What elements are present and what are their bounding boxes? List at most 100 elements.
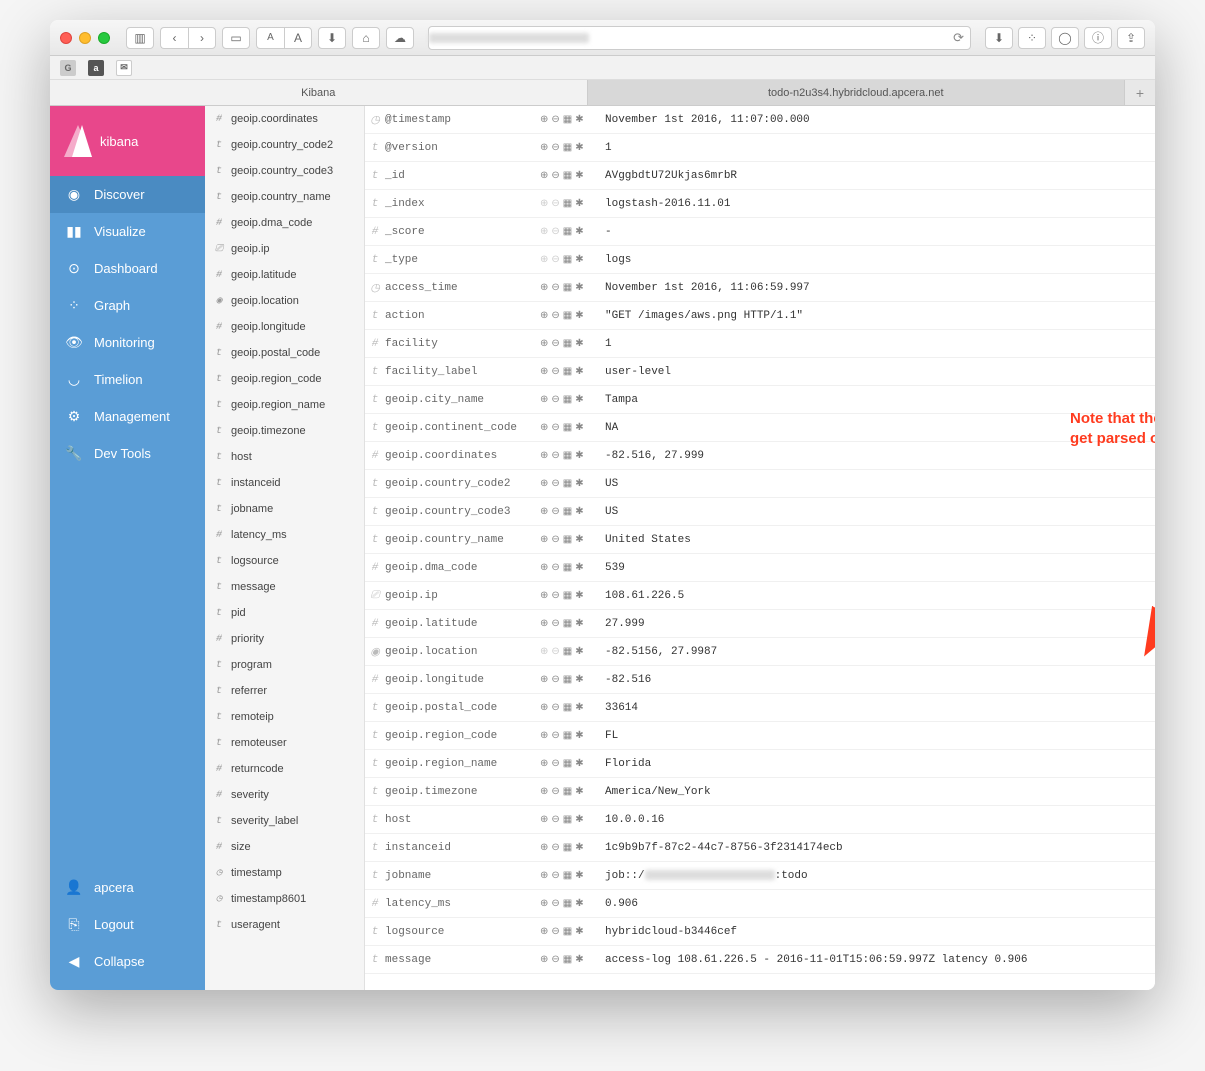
zoom-in-icon[interactable]: ⊕	[540, 142, 548, 154]
cloud-icon[interactable]: ☁	[386, 27, 414, 49]
toggle-column-icon[interactable]: ▦	[563, 814, 572, 826]
toggle-column-icon[interactable]: ▦	[563, 422, 572, 434]
tab-kibana[interactable]: Kibana	[50, 80, 588, 105]
toggle-column-icon[interactable]: ▦	[563, 590, 572, 602]
field-size[interactable]: #size	[205, 834, 364, 860]
zoom-out-icon[interactable]: ⊖	[551, 170, 559, 182]
zoom-in-icon[interactable]: ⊕	[540, 562, 548, 574]
zoom-out-icon[interactable]: ⊖	[551, 534, 559, 546]
field-logsource[interactable]: tlogsource	[205, 548, 364, 574]
zoom-out-icon[interactable]: ⊖	[551, 702, 559, 714]
zoom-in-icon[interactable]: ⊕	[540, 450, 548, 462]
field-geoip-dma_code[interactable]: #geoip.dma_code	[205, 210, 364, 236]
share-icon[interactable]: ⇪	[1117, 27, 1145, 49]
field-geoip-timezone[interactable]: tgeoip.timezone	[205, 418, 364, 444]
field-priority[interactable]: #priority	[205, 626, 364, 652]
filter-icon[interactable]: ✱	[575, 366, 583, 378]
filter-icon[interactable]: ✱	[575, 618, 583, 630]
zoom-out-icon[interactable]: ⊖	[551, 198, 559, 210]
toggle-column-icon[interactable]: ▦	[563, 450, 572, 462]
zoom-out-icon[interactable]: ⊖	[551, 114, 559, 126]
zoom-out-icon[interactable]: ⊖	[551, 562, 559, 574]
zoom-out-icon[interactable]: ⊖	[551, 786, 559, 798]
filter-icon[interactable]: ✱	[575, 422, 583, 434]
toggle-column-icon[interactable]: ▦	[563, 842, 572, 854]
kibana-logo[interactable]: kibana	[50, 106, 205, 176]
zoom-out-icon[interactable]: ⊖	[551, 142, 559, 154]
zoom-in-icon[interactable]: ⊕	[540, 310, 548, 322]
field-remoteuser[interactable]: tremoteuser	[205, 730, 364, 756]
field-message[interactable]: tmessage	[205, 574, 364, 600]
toggle-column-icon[interactable]: ▦	[563, 310, 572, 322]
toggle-column-icon[interactable]: ▦	[563, 254, 572, 266]
toggle-column-icon[interactable]: ▦	[563, 562, 572, 574]
zoom-in-icon[interactable]: ⊕	[540, 702, 548, 714]
show-tabs-icon[interactable]: ▭	[222, 27, 250, 49]
zoom-in-icon[interactable]: ⊕	[540, 618, 548, 630]
toggle-column-icon[interactable]: ▦	[563, 114, 572, 126]
zoom-in-icon[interactable]: ⊕	[540, 226, 548, 238]
field-remoteip[interactable]: tremoteip	[205, 704, 364, 730]
field-geoip-latitude[interactable]: #geoip.latitude	[205, 262, 364, 288]
zoom-in-icon[interactable]: ⊕	[540, 394, 548, 406]
filter-icon[interactable]: ✱	[575, 954, 583, 966]
back-button[interactable]: ‹	[160, 27, 188, 49]
nav-timelion[interactable]: ◡Timelion	[50, 361, 205, 398]
filter-icon[interactable]: ✱	[575, 926, 583, 938]
zoom-out-icon[interactable]: ⊖	[551, 870, 559, 882]
toggle-column-icon[interactable]: ▦	[563, 758, 572, 770]
zoom-out-icon[interactable]: ⊖	[551, 898, 559, 910]
zoom-in-icon[interactable]: ⊕	[540, 870, 548, 882]
zoom-out-icon[interactable]: ⊖	[551, 310, 559, 322]
zoom-in-icon[interactable]: ⊕	[540, 954, 548, 966]
url-bar[interactable]: ⟳	[428, 26, 971, 50]
field-instanceid[interactable]: tinstanceid	[205, 470, 364, 496]
zoom-out-icon[interactable]: ⊖	[551, 450, 559, 462]
block-icon-1[interactable]: ◯	[1051, 27, 1079, 49]
reload-icon[interactable]: ⟳	[953, 30, 964, 46]
filter-icon[interactable]: ✱	[575, 254, 583, 266]
text-larger-button[interactable]: A	[284, 27, 312, 49]
toggle-column-icon[interactable]: ▦	[563, 786, 572, 798]
nav-apcera[interactable]: 👤apcera	[50, 869, 205, 906]
filter-icon[interactable]: ✱	[575, 646, 583, 658]
zoom-out-icon[interactable]: ⊖	[551, 814, 559, 826]
download-circle-icon[interactable]: ⬇	[985, 27, 1013, 49]
filter-icon[interactable]: ✱	[575, 786, 583, 798]
filter-icon[interactable]: ✱	[575, 898, 583, 910]
nav-graph[interactable]: ⁘Graph	[50, 287, 205, 324]
filter-icon[interactable]: ✱	[575, 450, 583, 462]
nav-dev-tools[interactable]: 🔧Dev Tools	[50, 435, 205, 472]
filter-icon[interactable]: ✱	[575, 814, 583, 826]
zoom-in-icon[interactable]: ⊕	[540, 730, 548, 742]
zoom-out-icon[interactable]: ⊖	[551, 422, 559, 434]
field-pid[interactable]: tpid	[205, 600, 364, 626]
zoom-out-icon[interactable]: ⊖	[551, 618, 559, 630]
toggle-column-icon[interactable]: ▦	[563, 198, 572, 210]
toggle-column-icon[interactable]: ▦	[563, 366, 572, 378]
zoom-out-icon[interactable]: ⊖	[551, 954, 559, 966]
zoom-out-icon[interactable]: ⊖	[551, 506, 559, 518]
filter-icon[interactable]: ✱	[575, 114, 583, 126]
field-useragent[interactable]: tuseragent	[205, 912, 364, 938]
zoom-out-icon[interactable]: ⊖	[551, 478, 559, 490]
zoom-in-icon[interactable]: ⊕	[540, 114, 548, 126]
toggle-column-icon[interactable]: ▦	[563, 478, 572, 490]
zoom-out-icon[interactable]: ⊖	[551, 366, 559, 378]
zoom-out-icon[interactable]: ⊖	[551, 730, 559, 742]
toggle-column-icon[interactable]: ▦	[563, 954, 572, 966]
field-latency_ms[interactable]: #latency_ms	[205, 522, 364, 548]
filter-icon[interactable]: ✱	[575, 730, 583, 742]
toggle-column-icon[interactable]: ▦	[563, 618, 572, 630]
zoom-out-icon[interactable]: ⊖	[551, 842, 559, 854]
filter-icon[interactable]: ✱	[575, 842, 583, 854]
zoom-in-icon[interactable]: ⊕	[540, 254, 548, 266]
filter-icon[interactable]: ✱	[575, 534, 583, 546]
zoom-in-icon[interactable]: ⊕	[540, 366, 548, 378]
zoom-out-icon[interactable]: ⊖	[551, 394, 559, 406]
zoom-in-icon[interactable]: ⊕	[540, 842, 548, 854]
zoom-window-icon[interactable]	[98, 32, 110, 44]
text-smaller-button[interactable]: A	[256, 27, 284, 49]
zoom-in-icon[interactable]: ⊕	[540, 478, 548, 490]
nav-management[interactable]: ⚙Management	[50, 398, 205, 435]
